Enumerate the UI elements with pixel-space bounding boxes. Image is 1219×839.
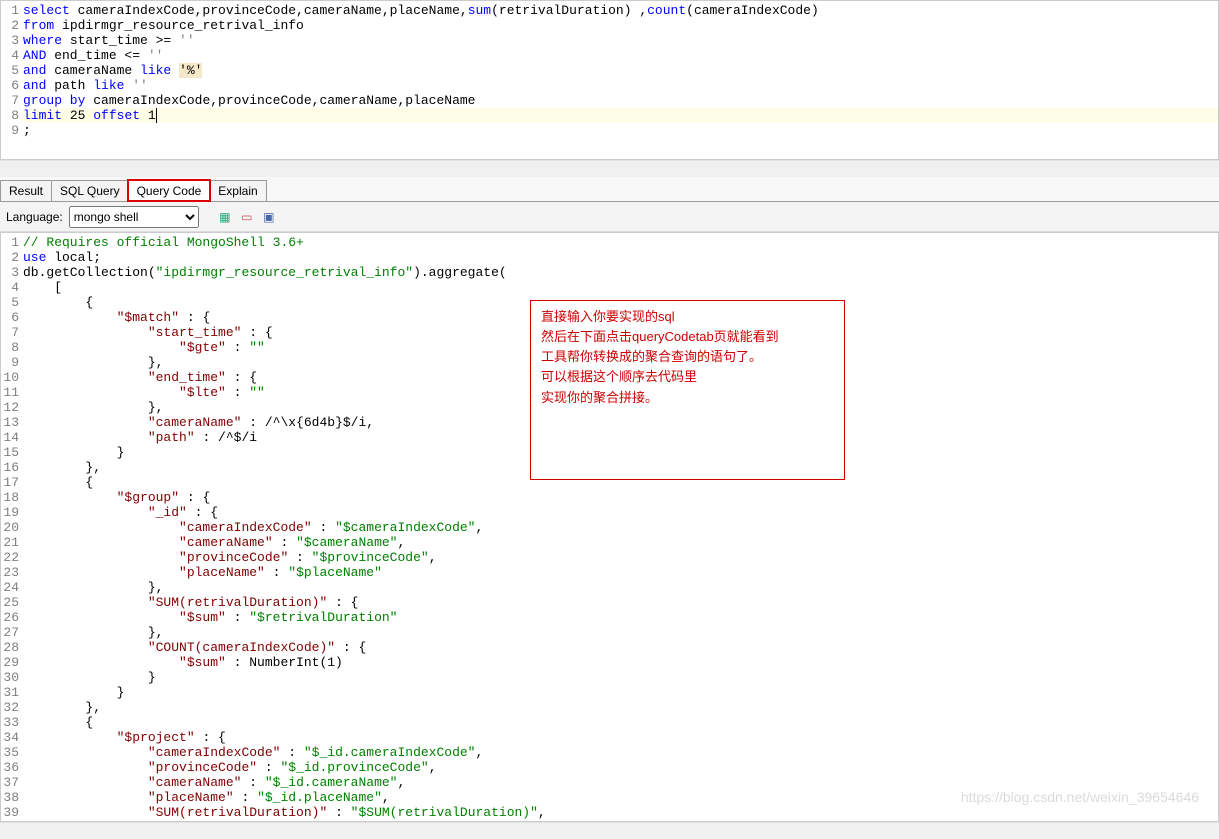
export-grid-icon[interactable]: ▭ [239,209,255,225]
code-line[interactable]: from ipdirmgr_resource_retrival_info [23,18,1218,33]
code-line[interactable]: "placeName" : "$_id.placeName", [23,790,1218,805]
code-line[interactable]: where start_time >= '' [23,33,1218,48]
code-line[interactable]: AND end_time <= '' [23,48,1218,63]
code-line[interactable]: }, [23,400,1218,415]
code-line[interactable]: }, [23,625,1218,640]
code-line[interactable]: } [23,685,1218,700]
code-line[interactable]: use local; [23,250,1218,265]
sql-editor-pane[interactable]: 123456789 select cameraIndexCode,provinc… [0,0,1219,160]
code-line[interactable]: }, [23,460,1218,475]
code-line[interactable]: and path like '' [23,78,1218,93]
language-select[interactable]: mongo shell [69,206,199,228]
code-line[interactable]: }, [23,355,1218,370]
tab-result[interactable]: Result [0,180,52,201]
code-line[interactable]: "path" : /^$/i [23,430,1218,445]
code-line[interactable]: }, [23,580,1218,595]
tab-explain[interactable]: Explain [209,180,266,201]
code-line[interactable]: "$sum" : NumberInt(1) [23,655,1218,670]
language-label: Language: [6,210,63,224]
code-line[interactable]: "COUNT(cameraIndexCode)" : { [23,640,1218,655]
code-line[interactable]: "SUM(retrivalDuration)" : { [23,595,1218,610]
code-line[interactable]: } [23,445,1218,460]
query-code-toolbar: Language: mongo shell ▦ ▭ ▣ [0,202,1219,232]
sql-gutter: 123456789 [1,3,23,138]
sql-code-lines[interactable]: select cameraIndexCode,provinceCode,came… [23,3,1218,138]
code-line[interactable]: "$sum" : "$retrivalDuration" [23,610,1218,625]
code-line[interactable]: limit 25 offset 1 [23,108,1218,123]
code-line[interactable]: "provinceCode" : "$_id.provinceCode", [23,760,1218,775]
code-line[interactable]: "$project" : { [23,730,1218,745]
tab-querycode[interactable]: Query Code [128,180,211,201]
code-line[interactable]: "cameraIndexCode" : "$cameraIndexCode", [23,520,1218,535]
code-line[interactable]: { [23,715,1218,730]
code-line[interactable]: select cameraIndexCode,provinceCode,came… [23,3,1218,18]
code-line[interactable]: "$lte" : "" [23,385,1218,400]
code-line[interactable]: "placeName" : "$placeName" [23,565,1218,580]
result-tabs-row: ResultSQL QueryQuery CodeExplain [0,177,1219,202]
code-line[interactable]: "cameraIndexCode" : "$_id.cameraIndexCod… [23,745,1218,760]
mongo-code-lines[interactable]: // Requires official MongoShell 3.6+use … [23,235,1218,820]
code-line[interactable]: db.getCollection("ipdirmgr_resource_retr… [23,265,1218,280]
code-line[interactable]: "cameraName" : "$_id.cameraName", [23,775,1218,790]
mongo-horizontal-scrollbar[interactable] [0,822,1219,839]
code-line[interactable]: } [23,670,1218,685]
mongo-code-area[interactable]: 1234567891011121314151617181920212223242… [1,233,1218,820]
code-line[interactable]: group by cameraIndexCode,provinceCode,ca… [23,93,1218,108]
mongo-gutter: 1234567891011121314151617181920212223242… [1,235,23,820]
code-line[interactable]: and cameraName like '%' [23,63,1218,78]
code-line[interactable]: "$match" : { [23,310,1218,325]
code-line[interactable]: "provinceCode" : "$provinceCode", [23,550,1218,565]
code-line[interactable]: "cameraName" : /^\x{6d4b}$/i, [23,415,1218,430]
mongo-editor-pane[interactable]: 1234567891011121314151617181920212223242… [0,232,1219,822]
code-line[interactable]: "end_time" : { [23,370,1218,385]
sql-horizontal-scrollbar[interactable] [0,160,1219,177]
code-line[interactable]: { [23,295,1218,310]
code-line[interactable]: "_id" : { [23,505,1218,520]
export-blocks-icon[interactable]: ▣ [261,209,277,225]
code-line[interactable]: "$group" : { [23,490,1218,505]
code-line[interactable]: // Requires official MongoShell 3.6+ [23,235,1218,250]
code-line[interactable]: [ [23,280,1218,295]
code-line[interactable]: }, [23,700,1218,715]
code-line[interactable]: "$gte" : "" [23,340,1218,355]
code-line[interactable]: "SUM(retrivalDuration)" : "$SUM(retrival… [23,805,1218,820]
code-line[interactable]: "cameraName" : "$cameraName", [23,535,1218,550]
code-line[interactable]: "start_time" : { [23,325,1218,340]
tab-sqlquery[interactable]: SQL Query [51,180,129,201]
code-line[interactable]: ; [23,123,1218,138]
code-line[interactable]: { [23,475,1218,490]
sql-code-area[interactable]: 123456789 select cameraIndexCode,provinc… [1,1,1218,138]
export-sheet-icon[interactable]: ▦ [217,209,233,225]
